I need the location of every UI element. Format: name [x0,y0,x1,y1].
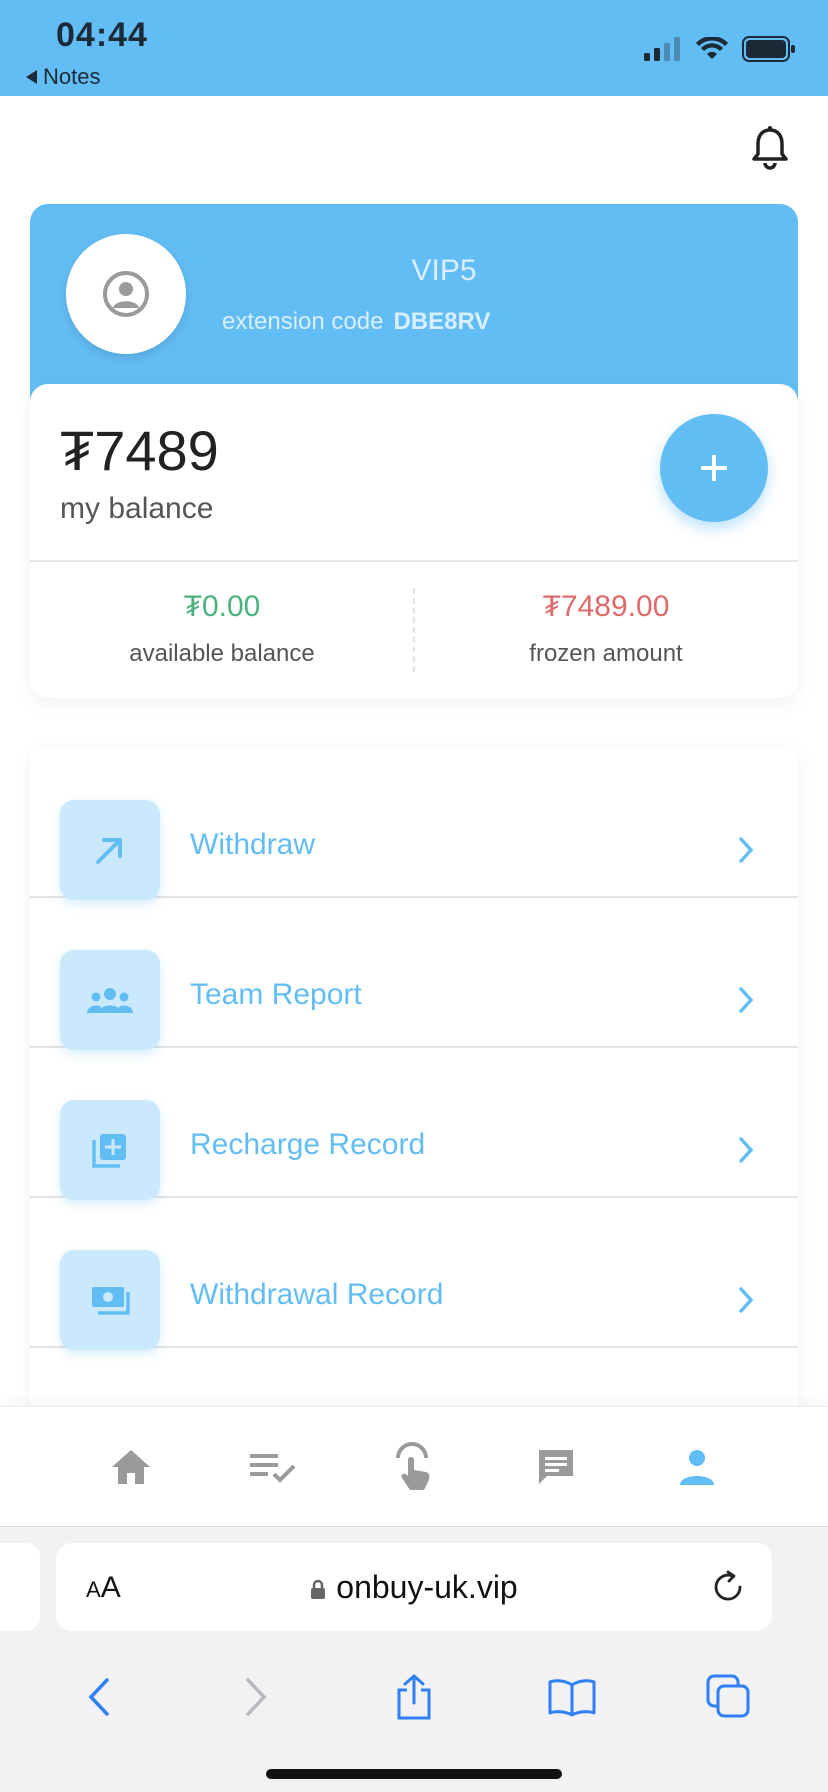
vip-level: VIP5 [411,254,477,287]
menu-label-team-report: Team Report [190,978,362,1011]
url-display[interactable]: onbuy-uk.vip [56,1569,772,1606]
extension-code-row: extension code DBE8RV [222,308,490,336]
balance-label: my balance [60,492,214,525]
tabs-button[interactable] [701,1669,757,1725]
reload-icon[interactable] [710,1569,746,1605]
share-icon [397,1674,431,1720]
book-icon [548,1679,596,1717]
bell-icon[interactable] [750,126,790,170]
back-triangle-icon [26,70,37,84]
address-bar[interactable]: AA onbuy-uk.vip [56,1543,772,1631]
home-icon [111,1449,150,1484]
extension-code-label: extension code [222,308,384,335]
tab-grab[interactable] [384,1437,444,1497]
account-menu: Withdraw Team Report Recharge Record Wit… [30,748,798,1408]
signal-icon [644,37,680,61]
plus-icon [701,455,727,481]
task-list-icon [250,1453,296,1483]
previous-tab-preview[interactable] [0,1543,40,1631]
tab-home[interactable] [101,1437,161,1497]
menu-item-withdraw[interactable]: Withdraw [30,748,798,900]
back-label: Notes [43,64,101,89]
chevron-right-icon [739,987,754,1013]
menu-label-recharge-record: Recharge Record [190,1128,426,1161]
chevron-right-icon [246,1678,267,1716]
balance-card: ₮7489 my balance ₮0.00 available balance… [30,384,798,698]
chevron-right-icon [739,837,754,863]
chevron-right-icon [739,1287,754,1313]
recharge-plus-button[interactable] [660,414,768,522]
url-text: onbuy-uk.vip [336,1569,518,1605]
tabs-icon [706,1674,750,1718]
battery-icon [742,36,795,62]
menu-label-withdrawal-record: Withdrawal Record [190,1278,444,1311]
available-balance: ₮0.00 available balance [30,590,414,668]
balance-divider [30,560,798,562]
menu-item-withdrawal-record[interactable]: Withdrawal Record [30,1198,798,1350]
tab-tasks[interactable] [242,1437,302,1497]
available-balance-value: ₮0.00 [183,590,261,623]
bottom-tab-bar [0,1406,828,1526]
status-bar: 04:44 Notes [0,0,828,96]
forward-button[interactable] [228,1669,284,1725]
cash-icon [60,1250,160,1350]
profile-icon [680,1449,715,1485]
chevron-left-icon [88,1678,109,1716]
tab-messages[interactable] [526,1437,586,1497]
browser-chrome: AA onbuy-uk.vip [0,1526,828,1792]
lock-icon [311,1579,326,1599]
vip-card: VIP5 extension code DBE8RV [30,204,798,404]
avatar[interactable] [66,234,186,354]
back-button[interactable] [71,1669,127,1725]
tab-profile[interactable] [667,1437,727,1497]
menu-item-recharge-record[interactable]: Recharge Record [30,1048,798,1200]
bookmarks-button[interactable] [544,1669,600,1725]
status-time: 04:44 [56,16,148,54]
chevron-right-icon [739,1137,754,1163]
home-indicator [266,1769,562,1779]
extension-code-value: DBE8RV [393,308,491,335]
available-balance-label: available balance [129,640,315,667]
back-to-notes[interactable]: Notes [26,64,100,90]
status-icons [644,36,796,62]
browser-toolbar [0,1657,828,1737]
frozen-amount-label: frozen amount [529,640,683,667]
balance-amount: ₮7489 [60,419,219,482]
frozen-amount-value: ₮7489.00 [542,590,670,623]
team-icon [60,950,160,1050]
menu-item-team-report[interactable]: Team Report [30,898,798,1050]
menu-label-withdraw: Withdraw [190,828,316,861]
withdraw-arrow-icon [60,800,160,900]
add-box-icon [60,1100,160,1200]
wifi-icon [696,37,728,59]
share-button[interactable] [386,1669,442,1725]
frozen-amount: ₮7489.00 frozen amount [414,590,798,668]
tap-icon [395,1441,430,1490]
message-icon [538,1449,573,1484]
